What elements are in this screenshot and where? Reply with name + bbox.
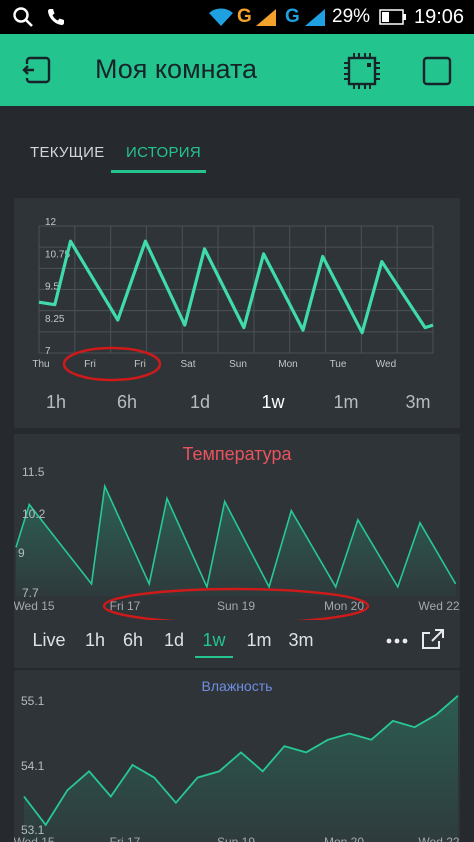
x-tick-label: Wed	[376, 359, 396, 370]
wifi-icon	[206, 5, 236, 29]
phone-icon	[44, 5, 68, 29]
x-tick-label: Sun 19	[217, 835, 255, 842]
tab-bar: ТЕКУЩИЕ ИСТОРИЯ	[0, 106, 474, 190]
network-type-1: G	[237, 6, 252, 27]
signal-icon-2	[302, 5, 328, 29]
period-option-1m[interactable]: 1m	[237, 630, 281, 651]
period-option-1h[interactable]: 1h	[36, 392, 76, 413]
period-option-1m[interactable]: 1m	[326, 392, 366, 413]
period-option-1d[interactable]: 1d	[152, 630, 196, 651]
selected-period-indicator	[195, 656, 233, 658]
signal-icon-1	[253, 5, 279, 29]
status-bar: G G 29% 19:06	[0, 0, 474, 34]
period-option-3m[interactable]: 3m	[279, 630, 323, 651]
period-option-Live[interactable]: Live	[27, 630, 71, 651]
y-tick-label: 7	[45, 346, 51, 357]
x-tick-label: Fri	[84, 359, 96, 370]
back-device-icon[interactable]	[20, 54, 54, 88]
y-tick-label: 7.7	[22, 586, 39, 600]
search-icon	[10, 5, 36, 29]
y-tick-label: 11.5	[22, 465, 45, 479]
y-tick-label: 54.1	[21, 759, 45, 773]
x-tick-label: Fri	[134, 359, 146, 370]
period-option-1d[interactable]: 1d	[180, 392, 220, 413]
share-export-icon[interactable]	[421, 628, 445, 650]
temperature-area-chart[interactable]: 11.5 10.2 9 7.7 Wed 15 Fri 17 Sun 19 Mon 20 Wed…	[14, 460, 460, 620]
y-tick-label: 9	[18, 546, 25, 560]
network-type-2: G	[285, 6, 300, 27]
x-tick-label: Fri 17	[110, 835, 141, 842]
period-option-6h[interactable]: 6h	[111, 630, 155, 651]
humidity-area-chart[interactable]: 55.154.153.1 Wed 15 Fri 17 Sun 19 Mon 20 Wed…	[14, 690, 460, 842]
app-bar: Моя комната	[0, 34, 474, 106]
x-tick-label: Mon 20	[324, 599, 364, 613]
x-tick-label: Thu	[32, 359, 49, 370]
x-tick-label: Tue	[330, 359, 347, 370]
x-tick-label: Sun 19	[217, 599, 255, 613]
period-option-3m[interactable]: 3m	[398, 392, 438, 413]
history-line-chart[interactable]: 1210.759.58.257 Thu Fri Fri Sat Sun Mon Tue Wed	[14, 198, 460, 388]
x-tick-label: Wed 22	[418, 599, 459, 613]
battery-icon	[378, 5, 408, 29]
device-chip-icon[interactable]	[343, 52, 381, 90]
y-tick-label: 12	[45, 217, 57, 228]
x-tick-label: Wed 15	[14, 599, 55, 613]
tab-current[interactable]: ТЕКУЩИЕ	[30, 144, 105, 161]
y-tick-label: 8.25	[45, 314, 65, 325]
clock: 19:06	[414, 6, 465, 28]
history-series-line	[38, 239, 434, 335]
period-option-1w[interactable]: 1w	[192, 630, 236, 651]
more-options-icon[interactable]	[386, 634, 408, 648]
x-tick-label: Mon	[278, 359, 297, 370]
x-tick-label: Fri 17	[110, 599, 141, 613]
x-tick-label: Mon 20	[324, 835, 364, 842]
tab-history[interactable]: ИСТОРИЯ	[126, 144, 201, 161]
stop-square-icon[interactable]	[421, 55, 453, 87]
x-tick-label: Wed 22	[418, 835, 459, 842]
y-tick-label: 55.1	[21, 694, 45, 708]
humidity-area	[24, 695, 458, 842]
x-tick-label: Sat	[180, 359, 195, 370]
y-tick-label: 10.2	[22, 507, 46, 521]
active-tab-indicator	[111, 170, 206, 173]
battery-percent: 29%	[332, 6, 371, 27]
x-tick-label: Wed 15	[14, 835, 55, 842]
x-tick-label: Sun	[229, 359, 247, 370]
period-option-1w[interactable]: 1w	[253, 392, 293, 413]
page-title: Моя комната	[95, 54, 258, 84]
temperature-area	[16, 486, 456, 596]
period-option-6h[interactable]: 6h	[107, 392, 147, 413]
